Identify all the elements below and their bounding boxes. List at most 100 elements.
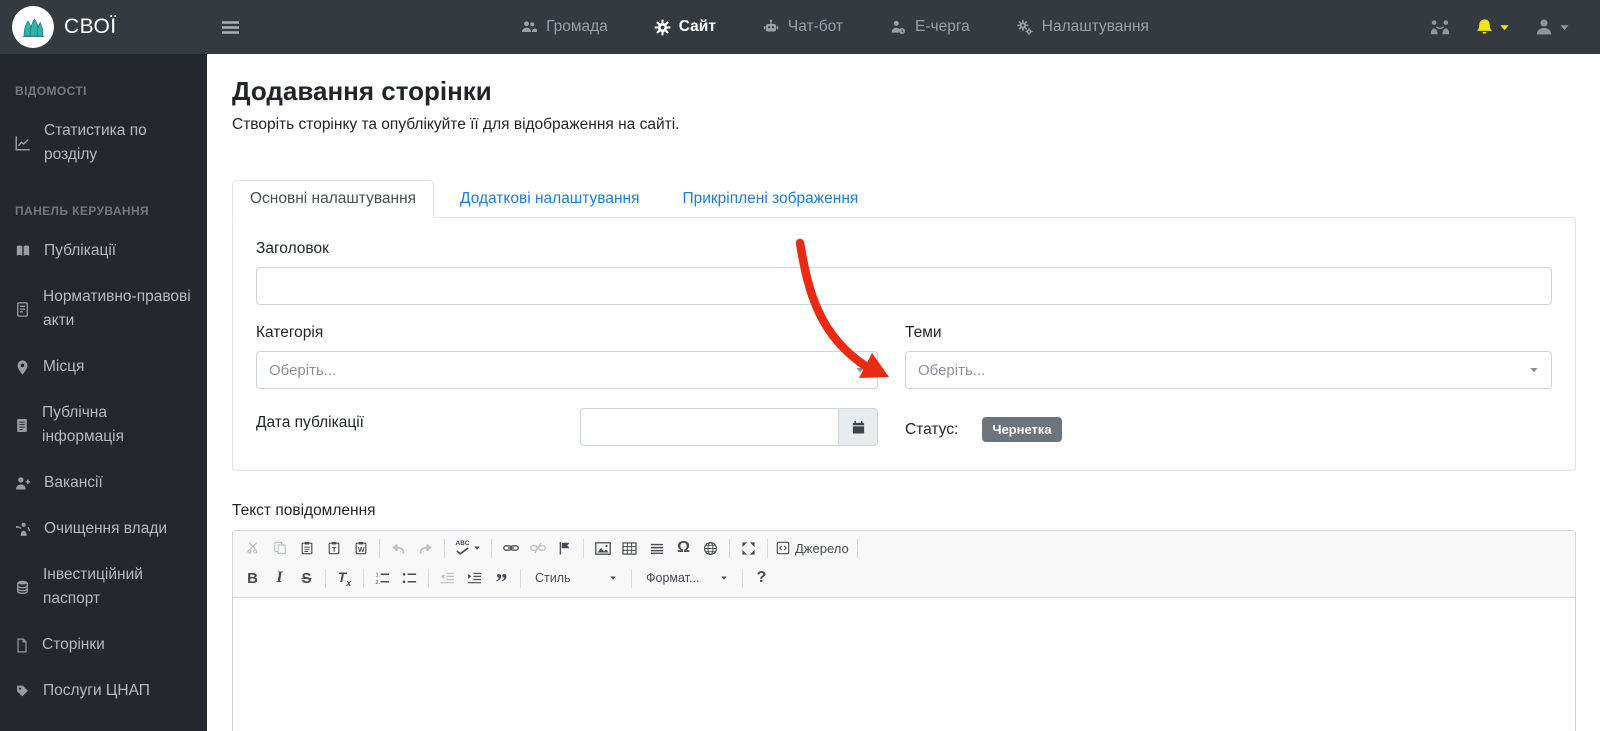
indent-button[interactable] — [462, 566, 487, 590]
bulleted-list-button[interactable] — [397, 566, 422, 590]
toolbar-separator — [428, 568, 429, 588]
toolbar-separator — [520, 568, 521, 588]
sidebar-item-statistics[interactable]: Статистика по розділу — [0, 108, 207, 178]
paste-button[interactable] — [294, 536, 319, 560]
sidebar-item-public-info[interactable]: Публічна інформація — [0, 390, 207, 460]
sidebar-item-cnap-services[interactable]: Послуги ЦНАП — [0, 668, 207, 714]
image-button[interactable] — [590, 536, 615, 560]
about-button[interactable]: ? — [749, 566, 774, 590]
notifications-button[interactable] — [1475, 18, 1510, 37]
title-input[interactable] — [256, 267, 1552, 305]
horizontal-rule-button[interactable] — [644, 536, 669, 560]
numbered-list-button[interactable]: 1. 2. — [370, 566, 395, 590]
table-button[interactable] — [617, 536, 642, 560]
nav-item-equeue[interactable]: Е-черга — [889, 18, 970, 36]
bold-button[interactable]: B — [240, 566, 265, 590]
italic-button[interactable]: I — [267, 566, 292, 590]
spellcheck-button[interactable]: ABC — [451, 536, 485, 560]
outdent-button[interactable] — [435, 566, 460, 590]
blockquote-icon: ” — [495, 570, 508, 596]
editor-toolbar: T W ABC Ω Джерело B I S Tx 1. 2. ” Стиль… — [233, 531, 1575, 598]
sidebar-item-pages[interactable]: Сторінки — [0, 622, 207, 668]
publish-date-input[interactable] — [580, 408, 838, 446]
cut-icon — [246, 542, 257, 554]
nav-label: Громада — [546, 18, 608, 35]
iframe-button[interactable] — [698, 536, 723, 560]
flag-icon — [559, 541, 570, 555]
anchor-button[interactable] — [552, 536, 577, 560]
outdent-icon — [440, 572, 455, 584]
toolbar-separator — [631, 568, 632, 588]
redo-button[interactable] — [413, 536, 438, 560]
sidebar-item-investment-passport[interactable]: Інвестиційний паспорт — [0, 552, 207, 622]
brand[interactable]: СВОЇ — [0, 6, 207, 48]
cut-button[interactable] — [240, 536, 265, 560]
sidebar-item-label: Публічна інформація — [42, 404, 124, 446]
sidebar-item-places[interactable]: Місця — [0, 344, 207, 390]
sidebar: ВІДОМОСТІ Статистика по розділу ПАНЕЛЬ К… — [0, 54, 207, 731]
paste-from-word-button[interactable]: W — [348, 536, 373, 560]
nav-item-settings[interactable]: Налаштування — [1016, 18, 1149, 36]
svg-text:1.: 1. — [375, 573, 380, 579]
paste-plain-text-button[interactable]: T — [321, 536, 346, 560]
tab-additional-settings[interactable]: Додаткові налаштування — [443, 181, 656, 217]
body-text-label: Текст повідомлення — [232, 502, 376, 519]
link-icon — [502, 545, 519, 551]
category-select[interactable]: Оберіть... — [256, 351, 878, 389]
nav-item-chatbot[interactable]: Чат-бот — [762, 18, 843, 36]
undo-icon — [392, 542, 405, 554]
handshake-people-icon — [1430, 19, 1450, 34]
undo-button[interactable] — [386, 536, 411, 560]
table-icon — [622, 541, 637, 555]
calendar-button[interactable] — [838, 408, 878, 446]
chevron-down-icon — [1560, 24, 1569, 30]
link-button[interactable] — [498, 536, 523, 560]
status-badge: Чернетка — [982, 417, 1062, 442]
nav-label: Чат-бот — [787, 18, 844, 35]
toolbar-row-1: T W ABC Ω Джерело — [239, 533, 1569, 563]
topics-select[interactable]: Оберіть... — [905, 351, 1552, 389]
format-dropdown[interactable]: Формат... — [639, 566, 735, 590]
chevron-down-icon — [721, 576, 727, 580]
styles-dropdown[interactable]: Стиль — [528, 566, 624, 590]
nav-item-hromada[interactable]: Громада — [520, 18, 608, 36]
sidebar-toggle-button[interactable] — [221, 20, 240, 35]
brand-name: СВОЇ — [64, 15, 117, 38]
title-label: Заголовок — [256, 240, 329, 257]
editor-content-area[interactable] — [233, 598, 1575, 731]
copy-button[interactable] — [267, 536, 292, 560]
remove-format-button[interactable]: Tx — [332, 566, 357, 590]
tab-attached-images[interactable]: Прикріплені зображення — [665, 181, 875, 217]
blockquote-button[interactable]: ” — [489, 566, 514, 596]
strikethrough-icon: S — [301, 569, 312, 587]
chevron-down-icon — [1530, 368, 1538, 373]
account-button[interactable] — [1534, 17, 1570, 37]
person-queue-icon — [891, 20, 906, 34]
unlink-button[interactable] — [525, 536, 550, 560]
user-icon — [1536, 19, 1552, 35]
nav-item-site[interactable]: Сайт — [654, 18, 716, 36]
maximize-button[interactable] — [736, 536, 761, 560]
bold-icon: B — [247, 569, 258, 587]
gear-icon — [654, 19, 671, 35]
source-button[interactable]: Джерело — [774, 536, 851, 560]
paste-text-icon: T — [328, 541, 339, 555]
sidebar-item-vacancies[interactable]: Вакансії — [0, 460, 207, 506]
main-content: Додавання сторінки Створіть сторінку та … — [207, 54, 1600, 731]
map-pin-icon — [17, 359, 28, 375]
partners-button[interactable] — [1429, 19, 1451, 36]
strikethrough-button[interactable]: S — [294, 566, 319, 590]
maximize-icon — [742, 541, 755, 555]
topics-label: Теми — [905, 324, 942, 341]
nav-label: Сайт — [678, 18, 716, 35]
bulleted-list-icon — [402, 572, 417, 584]
sidebar-item-label: Вакансії — [44, 474, 103, 492]
tab-main-settings[interactable]: Основні налаштування — [232, 180, 435, 218]
date-status-row: Дата публікації Статус: Чернетка — [256, 408, 1552, 446]
sidebar-item-lustration[interactable]: Очищення влади — [0, 506, 207, 552]
sidebar-item-legal-acts[interactable]: Нормативно-правові акти — [0, 274, 207, 344]
special-char-button[interactable]: Ω — [671, 536, 696, 560]
category-label: Категорія — [256, 324, 324, 341]
brand-logo-icon — [12, 6, 54, 48]
sidebar-item-publications[interactable]: Публікації — [0, 228, 207, 274]
